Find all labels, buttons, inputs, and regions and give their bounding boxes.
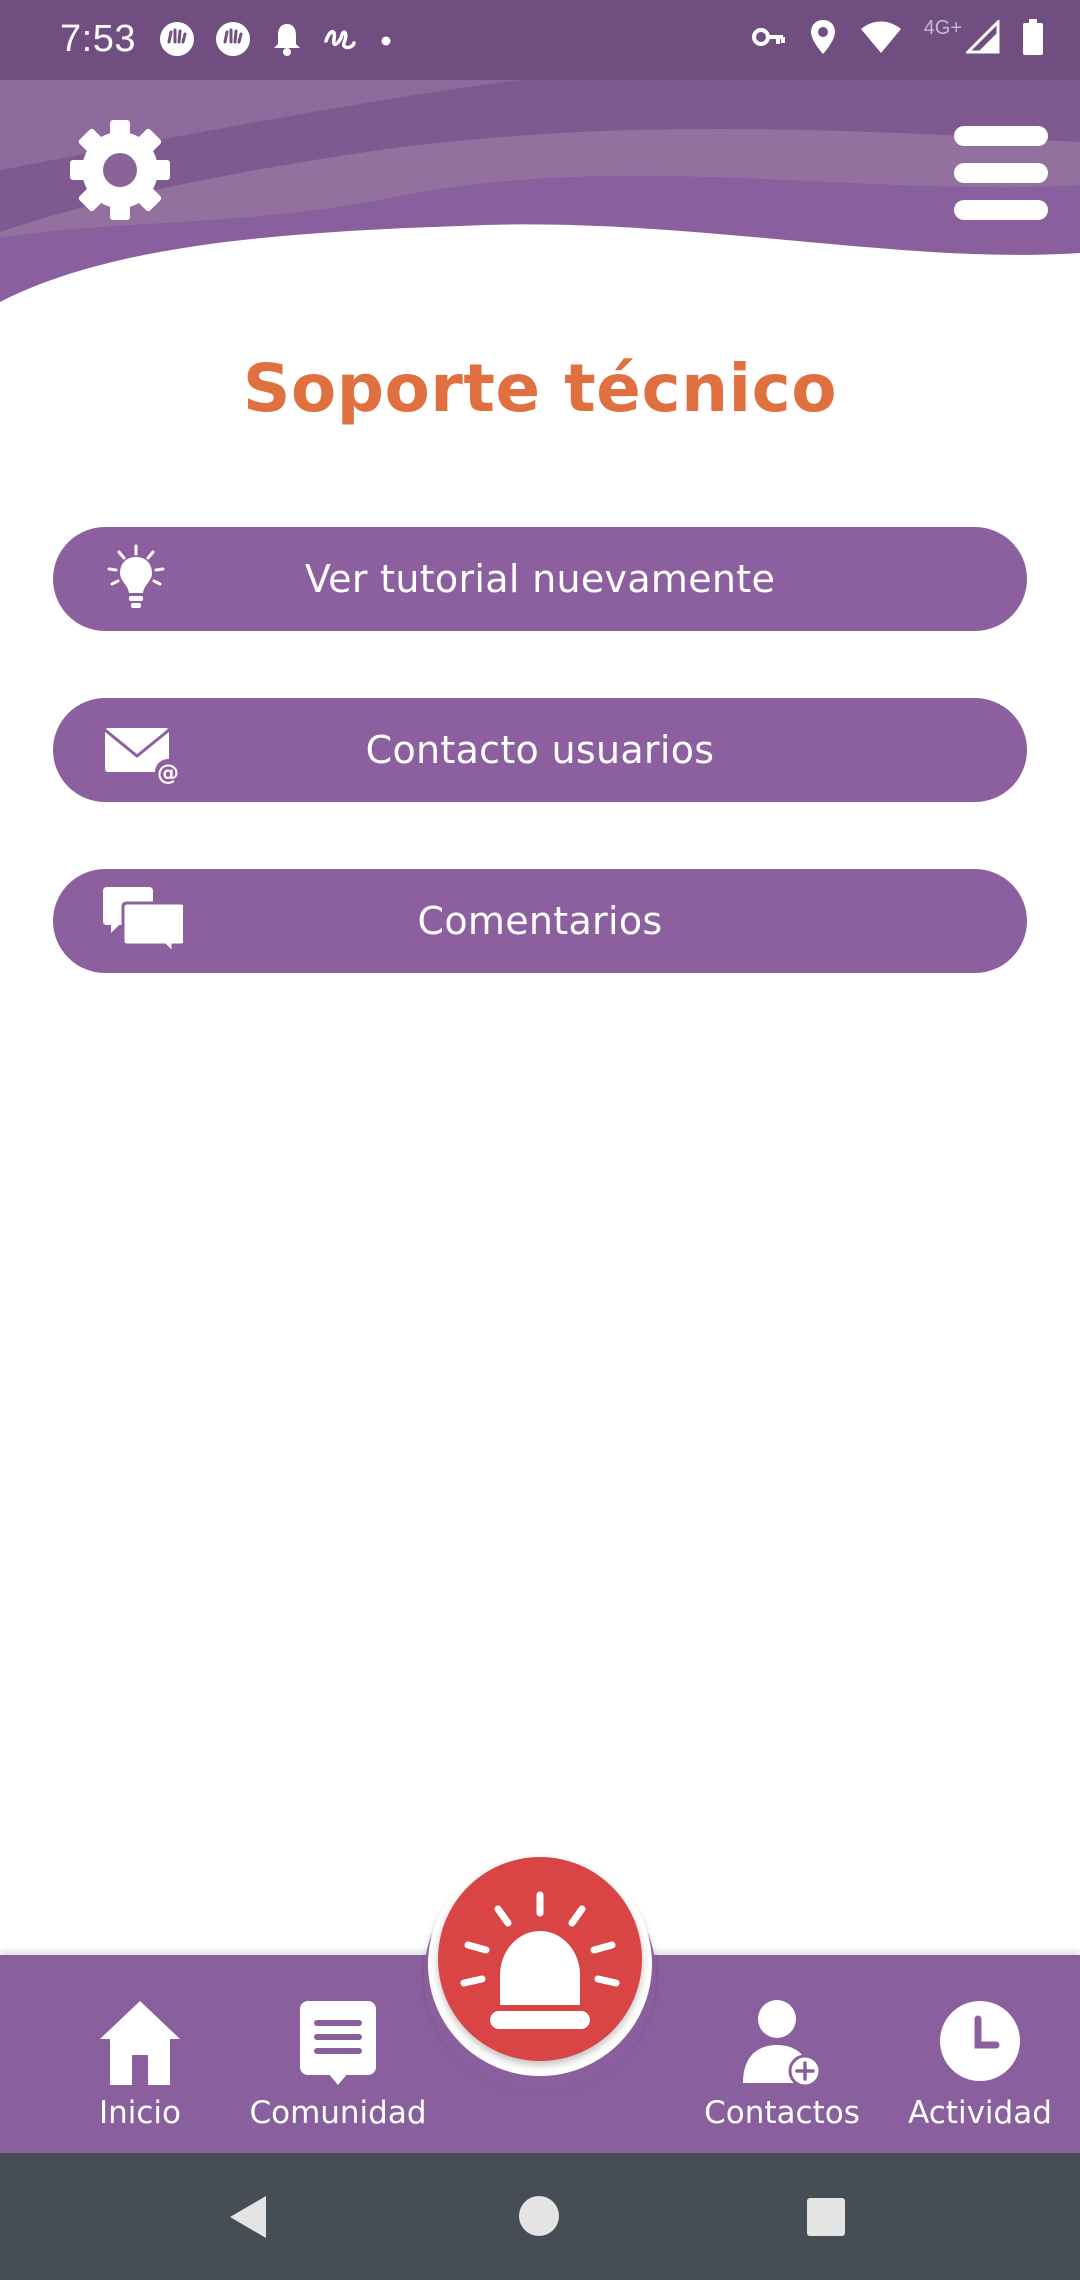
hamburger-menu-button[interactable] — [940, 118, 1050, 228]
nav-contacts[interactable]: Contactos — [692, 1995, 872, 2145]
nav-home-label: Inicio — [98, 2095, 182, 2131]
email-icon: @ — [104, 728, 181, 786]
alarm-siren-icon — [460, 1891, 620, 2029]
svg-text:@: @ — [157, 761, 179, 786]
contact-users-label: Contacto usuarios — [365, 728, 715, 772]
comments-button[interactable]: Comentarios — [53, 869, 1027, 973]
add-contact-icon — [743, 2000, 822, 2088]
gear-icon — [70, 120, 170, 220]
nav-community[interactable]: Comunidad — [238, 1995, 438, 2145]
comments-label: Comentarios — [417, 899, 663, 943]
battery-icon — [1023, 19, 1043, 55]
recent-apps-square-icon[interactable] — [804, 2195, 848, 2239]
system-status-icons: 4G+ — [750, 16, 1044, 56]
view-tutorial-label: Ver tutorial nuevamente — [304, 557, 776, 601]
hand-icon — [216, 22, 250, 56]
notification-icons — [158, 20, 396, 58]
nav-home[interactable]: Inicio — [70, 1995, 210, 2145]
lightbulb-icon — [107, 544, 165, 608]
back-triangle-icon[interactable] — [226, 2193, 270, 2241]
wifi-icon — [860, 21, 901, 53]
signal-icon — [966, 20, 1000, 54]
nav-community-label: Comunidad — [249, 2095, 427, 2131]
home-icon — [100, 2001, 180, 2085]
clock-icon — [940, 2001, 1020, 2081]
status-time: 7:53 — [60, 18, 136, 60]
nav-contacts-label: Contactos — [704, 2095, 860, 2131]
chat-bubbles-icon — [103, 887, 183, 957]
home-circle-icon[interactable] — [516, 2193, 562, 2239]
settings-button[interactable] — [60, 110, 180, 230]
hand-icon — [160, 22, 194, 56]
dot-icon — [381, 36, 391, 46]
view-tutorial-button[interactable]: Ver tutorial nuevamente — [53, 527, 1027, 631]
status-bar: 7:53 4G+ — [0, 0, 1080, 80]
nav-activity[interactable]: Actividad — [892, 1995, 1068, 2145]
contact-users-button[interactable]: @ Contacto usuarios — [53, 698, 1027, 802]
page-title: Soporte técnico — [242, 350, 838, 427]
network-type: 4G+ — [923, 16, 962, 39]
nav-activity-label: Actividad — [908, 2095, 1052, 2131]
alarm-sos-button[interactable] — [438, 1857, 642, 2061]
bell-icon — [274, 24, 300, 56]
community-icon — [300, 2001, 376, 2085]
vpn-key-icon — [751, 28, 785, 46]
signature-icon — [324, 30, 356, 50]
app-screen: 7:53 4G+ Soporte técnico Ver tutorial nu… — [0, 0, 1080, 2280]
location-icon — [810, 20, 835, 54]
system-navigation-bar — [0, 2153, 1080, 2280]
hamburger-menu-icon — [954, 126, 1048, 220]
